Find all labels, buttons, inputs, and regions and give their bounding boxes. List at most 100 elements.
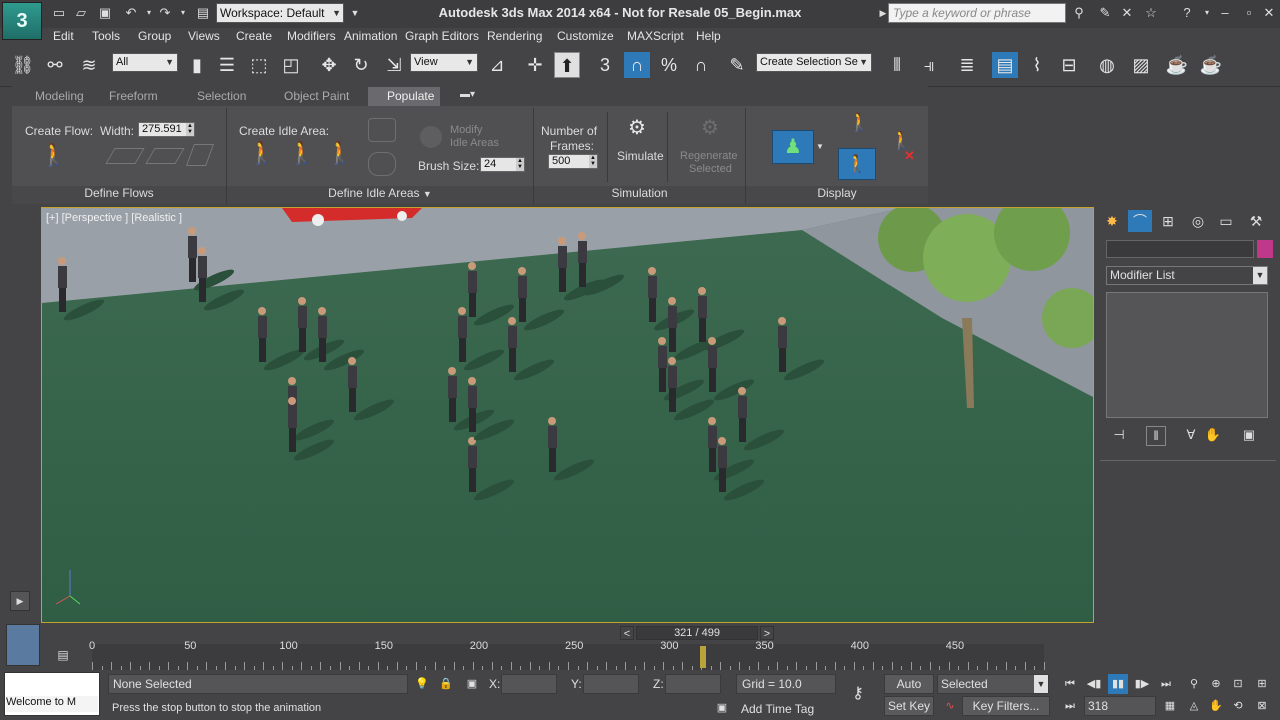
key-filters-button[interactable]: Key Filters... — [962, 696, 1050, 716]
current-frame-field[interactable]: 318 — [1084, 696, 1156, 716]
menu-rendering[interactable]: Rendering — [487, 29, 542, 43]
maxscript-mini-listener[interactable]: Welcome to M — [6, 696, 98, 712]
display-idle-area-icon[interactable]: 🚶 — [838, 148, 876, 180]
zoom-extents-all-icon[interactable]: ⊞ — [1252, 674, 1272, 694]
spinner-arrows-icon[interactable]: ▲ ▼ — [516, 158, 524, 171]
menu-maxscript[interactable]: MAXScript — [627, 29, 684, 43]
named-selection-sets-dropdown[interactable]: Create Selection Se ▼ — [756, 53, 872, 72]
open-mini-curve-editor-icon[interactable]: ▤ — [54, 648, 72, 666]
perspective-viewport[interactable] — [41, 207, 1094, 623]
next-key-icon[interactable]: ▮▶ — [1132, 674, 1152, 694]
app-menu-button[interactable]: 3 — [2, 2, 42, 40]
x-coordinate-field[interactable] — [501, 674, 557, 694]
menu-views[interactable]: Views — [188, 29, 220, 43]
orbit-icon[interactable]: ⟲ — [1228, 696, 1248, 716]
auto-key-button[interactable]: Auto Key — [884, 674, 934, 709]
set-key-button[interactable]: Set Key — [884, 696, 934, 716]
regenerate-selected-label[interactable]: Selected — [689, 163, 732, 175]
menu-customize[interactable]: Customize — [557, 29, 614, 43]
menu-graph-editors[interactable]: Graph Editors — [405, 29, 479, 43]
idle-area-circle-icon[interactable]: 🚶 — [326, 140, 353, 166]
rendered-frame-window-icon[interactable]: ☕ — [1164, 52, 1190, 78]
expand-viewport-layout-icon[interactable]: ▶ — [10, 591, 30, 611]
unlink-icon[interactable]: ⚯ — [42, 52, 68, 78]
motion-panel-icon[interactable]: ◎ — [1186, 210, 1210, 232]
search-input[interactable]: Type a keyword or phrase — [888, 3, 1066, 23]
angle-snap-icon[interactable]: ∩ — [624, 52, 650, 78]
time-tag-icon[interactable]: ▣ — [712, 698, 732, 718]
go-to-end-icon[interactable]: ⏭ — [1156, 674, 1176, 694]
add-to-idle-area-icon[interactable] — [368, 118, 396, 142]
align-icon[interactable]: ⫣ — [916, 52, 942, 78]
menu-group[interactable]: Group — [138, 29, 171, 43]
spinner-arrows-icon[interactable]: ▲ ▼ — [589, 155, 597, 168]
idle-area-free-icon[interactable]: 🚶 — [288, 140, 315, 166]
zoom-extents-icon[interactable]: ⊡ — [1228, 674, 1248, 694]
show-idle-areas-icon[interactable]: 🚶 — [848, 112, 870, 133]
render-production-icon[interactable]: ☕ — [1198, 52, 1224, 78]
stop-icon[interactable]: ▮▮ — [1108, 674, 1128, 694]
pin-stack-icon[interactable]: ⊣ — [1110, 426, 1128, 444]
field-of-view-icon[interactable]: ◬ — [1184, 696, 1204, 716]
selection-lock-icon[interactable]: 🔒 — [436, 674, 456, 694]
create-panel-icon[interactable]: ✸ — [1100, 210, 1124, 232]
regenerate-label[interactable]: Regenerate — [680, 150, 738, 162]
schematic-view-icon[interactable]: ⊟ — [1056, 52, 1082, 78]
modifier-list-dropdown[interactable]: Modifier List ▼ — [1106, 266, 1268, 285]
save-file-icon[interactable]: ▣ — [96, 4, 114, 22]
help-icon[interactable]: ? — [1178, 4, 1196, 22]
project-folder-icon[interactable]: ▤ — [194, 4, 212, 22]
regenerate-icon[interactable]: ⚙ — [695, 115, 725, 141]
absolute-mode-icon[interactable]: ▣ — [462, 674, 482, 694]
subtract-from-idle-area-icon[interactable] — [368, 152, 396, 176]
key-filter-curve-icon[interactable]: ∿ — [940, 696, 960, 716]
chevron-down-icon[interactable]: ▼ — [816, 142, 824, 151]
modifier-stack[interactable] — [1106, 292, 1268, 418]
define-idle-areas-footer[interactable]: Define Idle Areas ▼ — [227, 186, 533, 204]
bind-space-warp-icon[interactable]: ≋ — [76, 52, 102, 78]
material-editor-icon[interactable]: ◍ — [1094, 52, 1120, 78]
track-bar[interactable]: 0 50 100 150 200 250 300 350 400 450 — [89, 640, 1045, 670]
spinner-arrows-icon[interactable]: ▲ ▼ — [186, 123, 194, 136]
select-by-name-icon[interactable]: ☰ — [214, 52, 240, 78]
help-dropdown-icon[interactable]: ▾ — [1198, 4, 1216, 22]
menu-edit[interactable]: Edit — [53, 29, 74, 43]
select-object-icon[interactable]: ▮ — [184, 52, 210, 78]
menu-modifiers[interactable]: Modifiers — [287, 29, 336, 43]
render-setup-icon[interactable]: ▨ — [1128, 52, 1154, 78]
remove-modifier-icon[interactable]: ✋ — [1204, 426, 1222, 444]
menu-tools[interactable]: Tools — [92, 29, 120, 43]
utilities-panel-icon[interactable]: ⚒ — [1244, 210, 1268, 232]
key-mode-dropdown[interactable]: Selected ▼ — [937, 674, 1049, 694]
display-panel-icon[interactable]: ▭ — [1214, 210, 1238, 232]
pan-view-icon[interactable]: ✋ — [1206, 696, 1226, 716]
open-file-icon[interactable]: ▱ — [72, 4, 90, 22]
viewport-label[interactable]: [+] [Perspective ] [Realistic ] — [46, 212, 182, 224]
configure-modifier-sets-icon[interactable]: ▣ — [1240, 426, 1258, 444]
tab-populate[interactable]: Populate — [387, 89, 434, 103]
key-mode-toggle-icon[interactable]: ⏭ — [1060, 696, 1080, 716]
simulate-button[interactable]: Simulate — [617, 149, 664, 163]
redo-dropdown-icon[interactable]: ▾ — [174, 4, 192, 22]
selection-filter-dropdown[interactable]: All ▼ — [112, 53, 178, 72]
mirror-icon[interactable]: ⫴ — [884, 52, 910, 78]
isolate-selection-icon[interactable]: 💡 — [412, 674, 432, 694]
select-and-link-icon[interactable]: ⛓ — [10, 52, 36, 78]
window-crossing-icon[interactable]: ◰ — [278, 52, 304, 78]
select-and-move-icon[interactable]: ✥ — [316, 52, 342, 78]
create-flow-icon[interactable]: 🚶 — [40, 142, 67, 168]
snaps-toggle-icon[interactable]: 3 — [592, 52, 618, 78]
add-time-tag-button[interactable]: Add Time Tag — [741, 702, 814, 716]
make-unique-icon[interactable]: ∀ — [1182, 426, 1200, 444]
minimize-icon[interactable]: – — [1216, 4, 1234, 22]
select-manipulate-icon[interactable]: ✛ — [522, 52, 548, 78]
modify-idle-areas-label[interactable]: Modify Idle Areas — [450, 124, 499, 150]
modify-panel-icon[interactable]: ⌒ — [1128, 210, 1152, 232]
idle-area-rectangle-icon[interactable]: 🚶 — [248, 140, 275, 166]
menu-create[interactable]: Create — [236, 29, 272, 43]
viewport-layout-tab[interactable] — [6, 624, 40, 666]
maximize-viewport-icon[interactable]: ⊠ — [1252, 696, 1272, 716]
quick-access-customize-icon[interactable]: ▼ — [346, 4, 364, 22]
undo-icon[interactable]: ↶ — [122, 4, 140, 22]
modify-idle-areas-icon[interactable] — [420, 126, 442, 148]
